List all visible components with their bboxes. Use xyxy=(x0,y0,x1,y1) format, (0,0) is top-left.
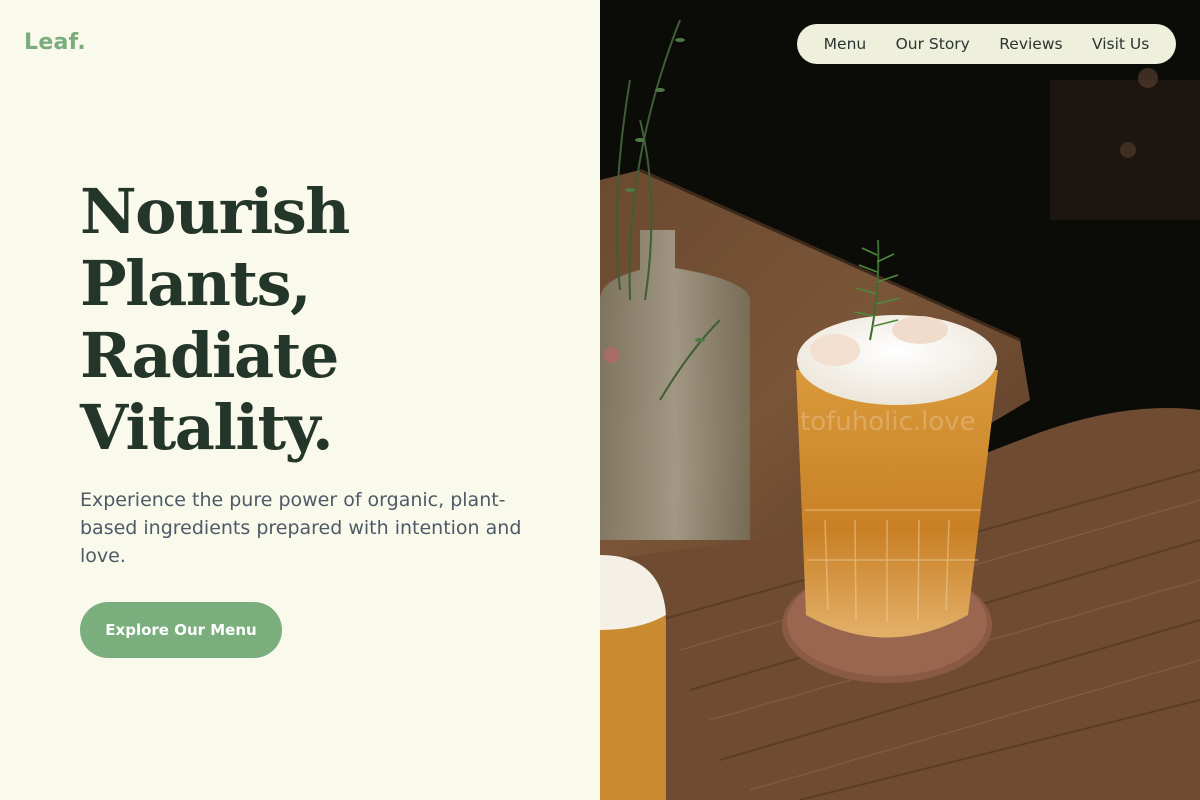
headline-line: Plants, xyxy=(80,247,312,320)
main-nav: Menu Our Story Reviews Visit Us xyxy=(797,24,1176,64)
brand-logo[interactable]: Leaf. xyxy=(24,30,86,55)
explore-menu-button[interactable]: Explore Our Menu xyxy=(80,602,282,658)
photo-watermark: tofuholic.love xyxy=(800,407,976,437)
hero-text-panel: Leaf. Nourish Plants, Radiate Vitality. … xyxy=(0,0,600,800)
nav-item-visit-us[interactable]: Visit Us xyxy=(1092,35,1149,53)
drink-photo xyxy=(600,0,1200,800)
nav-item-menu[interactable]: Menu xyxy=(824,35,867,53)
hero-headline: Nourish Plants, Radiate Vitality. xyxy=(80,176,560,464)
nav-item-our-story[interactable]: Our Story xyxy=(896,35,970,53)
headline-line: Nourish xyxy=(80,175,350,248)
hero-subtext: Experience the pure power of organic, pl… xyxy=(80,489,522,567)
drink-photo-illustration xyxy=(600,0,1200,800)
headline-line: Radiate xyxy=(80,319,339,392)
headline-line: Vitality. xyxy=(80,391,334,464)
nav-item-reviews[interactable]: Reviews xyxy=(999,35,1062,53)
